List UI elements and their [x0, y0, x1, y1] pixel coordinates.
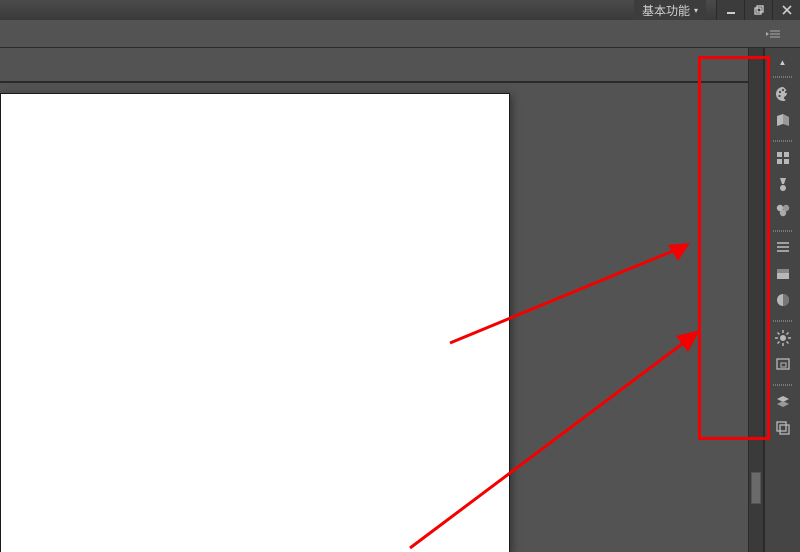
- panel-group: [765, 317, 800, 379]
- panel-grip-icon[interactable]: [765, 383, 800, 387]
- channels-panel-icon[interactable]: [768, 415, 798, 441]
- options-menu-icon[interactable]: [766, 29, 780, 39]
- close-button[interactable]: [772, 0, 800, 20]
- restore-button[interactable]: [744, 0, 772, 20]
- panel-grip-icon[interactable]: [765, 139, 800, 143]
- vertical-scrollbar[interactable]: [748, 48, 764, 552]
- canvas-area: [0, 48, 764, 552]
- panel-grip-icon[interactable]: [765, 229, 800, 233]
- panel-dock: ▲: [764, 48, 800, 552]
- document-canvas[interactable]: [0, 93, 510, 552]
- workspace: ▲: [0, 48, 800, 552]
- panel-grip-icon[interactable]: [765, 75, 800, 79]
- window-controls: [716, 0, 800, 20]
- styles-panel-icon[interactable]: [768, 197, 798, 223]
- panel-group: [765, 227, 800, 315]
- panel-group: [765, 137, 800, 225]
- color-panel-icon[interactable]: [768, 81, 798, 107]
- workspace-switcher[interactable]: 基本功能 ▾: [634, 0, 706, 20]
- layers-panel-icon[interactable]: [768, 389, 798, 415]
- navigator-panel-icon[interactable]: [768, 325, 798, 351]
- chevron-down-icon: ▾: [694, 6, 698, 15]
- expand-panels-icon[interactable]: ▲: [765, 56, 800, 73]
- adjustments-panel-icon[interactable]: [768, 287, 798, 313]
- panel-grip-icon[interactable]: [765, 319, 800, 323]
- paragraph-panel-icon[interactable]: [768, 235, 798, 261]
- workspace-label: 基本功能: [642, 2, 690, 19]
- panel-group: [765, 381, 800, 443]
- histogram-panel-icon[interactable]: [768, 351, 798, 377]
- brushes-panel-icon[interactable]: [768, 171, 798, 197]
- options-bar: [0, 20, 800, 48]
- panel-group: [765, 73, 800, 135]
- scrollbar-thumb[interactable]: [751, 472, 761, 504]
- character-panel-icon[interactable]: [768, 261, 798, 287]
- titlebar: 基本功能 ▾: [0, 0, 800, 20]
- document-tabbar: [0, 81, 764, 83]
- minimize-button[interactable]: [716, 0, 744, 20]
- swatches-panel-icon[interactable]: [768, 107, 798, 133]
- libraries-panel-icon[interactable]: [768, 145, 798, 171]
